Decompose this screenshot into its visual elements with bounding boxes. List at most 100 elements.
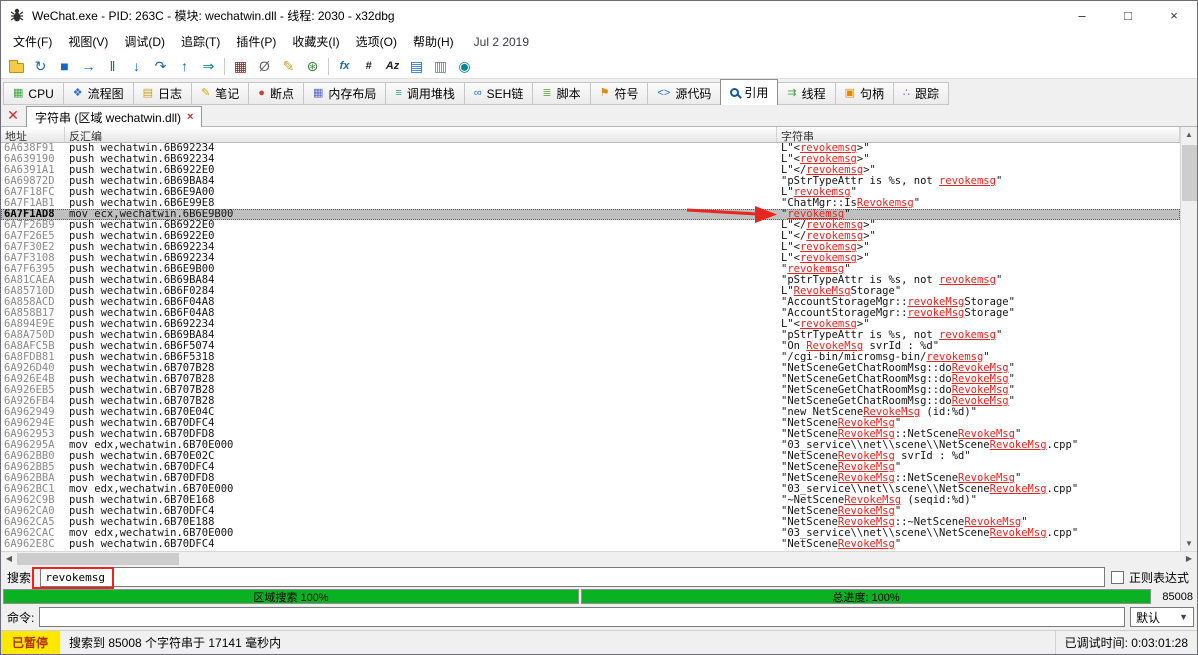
menu-item[interactable]: 帮助(H) (405, 29, 462, 54)
table-row[interactable]: 6A8A750D push wechatwin.6B69BA84 "pStrType… (1, 330, 1180, 341)
table-row[interactable]: 6A7F30E2 push wechatwin.6B692234 L"<revoke… (1, 242, 1180, 253)
table-row[interactable]: 6A858ACD push wechatwin.6B6F04A8 "AccountS… (1, 297, 1180, 308)
run-to-user-code-icon[interactable]: ⇒ (197, 55, 220, 77)
command-profile-dropdown[interactable]: 默认 ▼ (1130, 607, 1194, 627)
table-row[interactable]: 6A85710D push wechatwin.6B6F0284 L"RevokeM… (1, 286, 1180, 297)
maximize-button[interactable]: □ (1105, 1, 1151, 29)
table-row[interactable]: 6A962C9B push wechatwin.6B70E168 "~NetScen… (1, 495, 1180, 506)
table-row[interactable]: 6A8FDB81 push wechatwin.6B6F5318 "/cgi-bin… (1, 352, 1180, 363)
column-header-disassembly[interactable]: 反汇编 (65, 127, 777, 143)
menu-item[interactable]: 视图(V) (60, 29, 116, 54)
tab-references[interactable]: 引用 (720, 79, 779, 105)
table-row[interactable]: 6A926EB5 push wechatwin.6B707B28 "NetScene… (1, 385, 1180, 396)
execute-till-return-icon[interactable]: ↑ (173, 55, 196, 77)
step-over-icon[interactable]: ↷ (149, 55, 172, 77)
tab-memory-map[interactable]: ▦ 内存布局 (302, 82, 387, 105)
tab-call-stack[interactable]: ≡ 调用堆栈 (385, 82, 465, 105)
horizontal-scroll-thumb[interactable] (17, 553, 179, 565)
vertical-scroll-track[interactable] (1181, 142, 1197, 536)
horizontal-scrollbar[interactable]: ◀ ▶ (1, 551, 1197, 565)
pause-icon[interactable]: ‖ (101, 55, 124, 77)
table-row[interactable]: 6A962949 push wechatwin.6B70E04C "new NetS… (1, 407, 1180, 418)
tab-breakpoints[interactable]: ● 断点 (248, 82, 304, 105)
column-header-address[interactable]: 地址 (1, 127, 65, 143)
menu-item[interactable]: 收藏夹(I) (284, 29, 347, 54)
tab-graph[interactable]: ❖ 流程图 (62, 82, 134, 105)
stop-icon[interactable]: ■ (53, 55, 76, 77)
table-row[interactable]: 6A962E8C push wechatwin.6B70DFC4 "NetScene… (1, 539, 1180, 550)
scroll-left-icon[interactable]: ◀ (1, 554, 17, 563)
table-row[interactable]: 6A926E4B push wechatwin.6B707B28 "NetScene… (1, 374, 1180, 385)
animate-icon[interactable]: ◉ (453, 55, 476, 77)
tab-symbols[interactable]: ⚑ 符号 (589, 82, 649, 105)
scroll-up-icon[interactable]: ▲ (1181, 127, 1197, 142)
close-button[interactable]: × (1151, 1, 1197, 29)
tab-close-icon[interactable]: × (187, 111, 193, 123)
memory-window-icon[interactable]: ▥ (429, 55, 452, 77)
table-row[interactable]: 6A96295A mov edx,wechatwin.6B70E000 "03_se… (1, 440, 1180, 451)
table-row[interactable]: 6A96294E push wechatwin.6B70DFC4 "NetScene… (1, 418, 1180, 429)
table-row[interactable]: 6A962BB5 push wechatwin.6B70DFC4 "NetScene… (1, 462, 1180, 473)
table-row[interactable]: 6A962BBA push wechatwin.6B70DFD8 "NetScene… (1, 473, 1180, 484)
table-row[interactable]: 6A638F91 push wechatwin.6B692234 L"<revoke… (1, 143, 1180, 154)
table-row[interactable]: 6A8AFC5B push wechatwin.6B6F5074 "On Revok… (1, 341, 1180, 352)
comment-icon[interactable]: ✎ (277, 55, 300, 77)
tab-threads[interactable]: ⇉ 线程 (777, 82, 836, 105)
table-row[interactable]: 6A69872D push wechatwin.6B69BA84 "pStrType… (1, 176, 1180, 187)
tab-trace[interactable]: ∴ 跟踪 (893, 82, 950, 105)
restart-icon[interactable]: ↻ (29, 55, 52, 77)
close-view-button[interactable]: ✕ (4, 106, 22, 124)
vertical-scroll-thumb[interactable] (1182, 145, 1197, 201)
table-row[interactable]: 6A7F26E5 push wechatwin.6B6922E0 L"</revok… (1, 231, 1180, 242)
tab-log[interactable]: ▤ 日志 (132, 82, 193, 105)
menu-item[interactable]: 追踪(T) (173, 29, 228, 54)
tab-handles[interactable]: ▣ 句柄 (834, 82, 895, 105)
table-row[interactable]: 6A926FB4 push wechatwin.6B707B28 "NetScene… (1, 396, 1180, 407)
table-row[interactable]: 6A7F26B9 push wechatwin.6B6922E0 L"</revok… (1, 220, 1180, 231)
table-row[interactable]: 6A639190 push wechatwin.6B692234 L"<revoke… (1, 154, 1180, 165)
table-row[interactable]: 6A926D40 push wechatwin.6B707B28 "NetScene… (1, 363, 1180, 374)
search-input[interactable] (40, 567, 1105, 587)
table-row[interactable]: 6A81CAEA push wechatwin.6B69BA84 "pStrType… (1, 275, 1180, 286)
menu-item[interactable]: 文件(F) (5, 29, 60, 54)
tab-source[interactable]: <> 源代码 (647, 82, 722, 105)
column-header-string[interactable]: 字符串 (777, 127, 1180, 143)
step-into-icon[interactable]: ↓ (125, 55, 148, 77)
scroll-down-icon[interactable]: ▼ (1181, 536, 1197, 551)
menu-item[interactable]: 调试(D) (116, 29, 173, 54)
settings-icon[interactable]: ⊛ (301, 55, 324, 77)
scroll-right-icon[interactable]: ▶ (1181, 554, 1197, 563)
minimize-button[interactable]: – (1059, 1, 1105, 29)
tab-script[interactable]: ≣ 脚本 (532, 82, 591, 105)
table-row[interactable]: 6A894E9E push wechatwin.6B692234 L"<revoke… (1, 319, 1180, 330)
table-row[interactable]: 6A7F3108 push wechatwin.6B692234 L"<revoke… (1, 253, 1180, 264)
table-row[interactable]: 6A962CAC mov edx,wechatwin.6B70E000 "03_se… (1, 528, 1180, 539)
horizontal-scroll-track[interactable] (17, 552, 1181, 565)
regex-checkbox[interactable] (1110, 570, 1124, 584)
table-row[interactable]: 6A7F6395 push wechatwin.6B6E9B00 "revokems… (1, 264, 1180, 275)
tab-strings-view[interactable]: 字符串 (区域 wechatwin.dll) × (26, 106, 203, 127)
table-row[interactable]: 6A962CA5 push wechatwin.6B70E188 "NetScene… (1, 517, 1180, 528)
table-row[interactable]: 6A7F18FC push wechatwin.6B6E9A00 L"revokem… (1, 187, 1180, 198)
log-window-icon[interactable]: ▤ (405, 55, 428, 77)
table-row[interactable]: 6A7F1AD8 mov ecx,wechatwin.6B6E9B00 "revok… (1, 209, 1180, 220)
tab-notes[interactable]: ✎ 笔记 (191, 82, 250, 105)
tab-cpu[interactable]: ▦ CPU (3, 82, 64, 105)
font-icon[interactable]: Az (381, 55, 404, 77)
table-row[interactable]: 6A962953 push wechatwin.6B70DFD8 "NetScene… (1, 429, 1180, 440)
open-file-icon[interactable] (5, 55, 28, 77)
calculator-icon[interactable]: # (357, 55, 380, 77)
menu-item[interactable]: 选项(O) (348, 29, 405, 54)
functions-icon[interactable]: fx (333, 55, 356, 77)
command-input[interactable] (39, 607, 1125, 627)
table-row[interactable]: 6A6391A1 push wechatwin.6B6922E0 L"</revok… (1, 165, 1180, 176)
vertical-scrollbar[interactable]: ▲ ▼ (1180, 127, 1197, 551)
table-row[interactable]: 6A962BB0 push wechatwin.6B70E02C "NetScene… (1, 451, 1180, 462)
menu-item[interactable]: 插件(P) (228, 29, 284, 54)
table-row[interactable]: 6A962CA0 push wechatwin.6B70DFC4 "NetScene… (1, 506, 1180, 517)
hide-debugger-icon[interactable]: Ø (253, 55, 276, 77)
table-row[interactable]: 6A858B17 push wechatwin.6B6F04A8 "AccountS… (1, 308, 1180, 319)
tab-seh[interactable]: ∞ SEH链 (463, 82, 534, 105)
table-row[interactable]: 6A7F1AB1 push wechatwin.6B6E99E8 "ChatMgr:… (1, 198, 1180, 209)
table-row[interactable]: 6A962BC1 mov edx,wechatwin.6B70E000 "03_se… (1, 484, 1180, 495)
